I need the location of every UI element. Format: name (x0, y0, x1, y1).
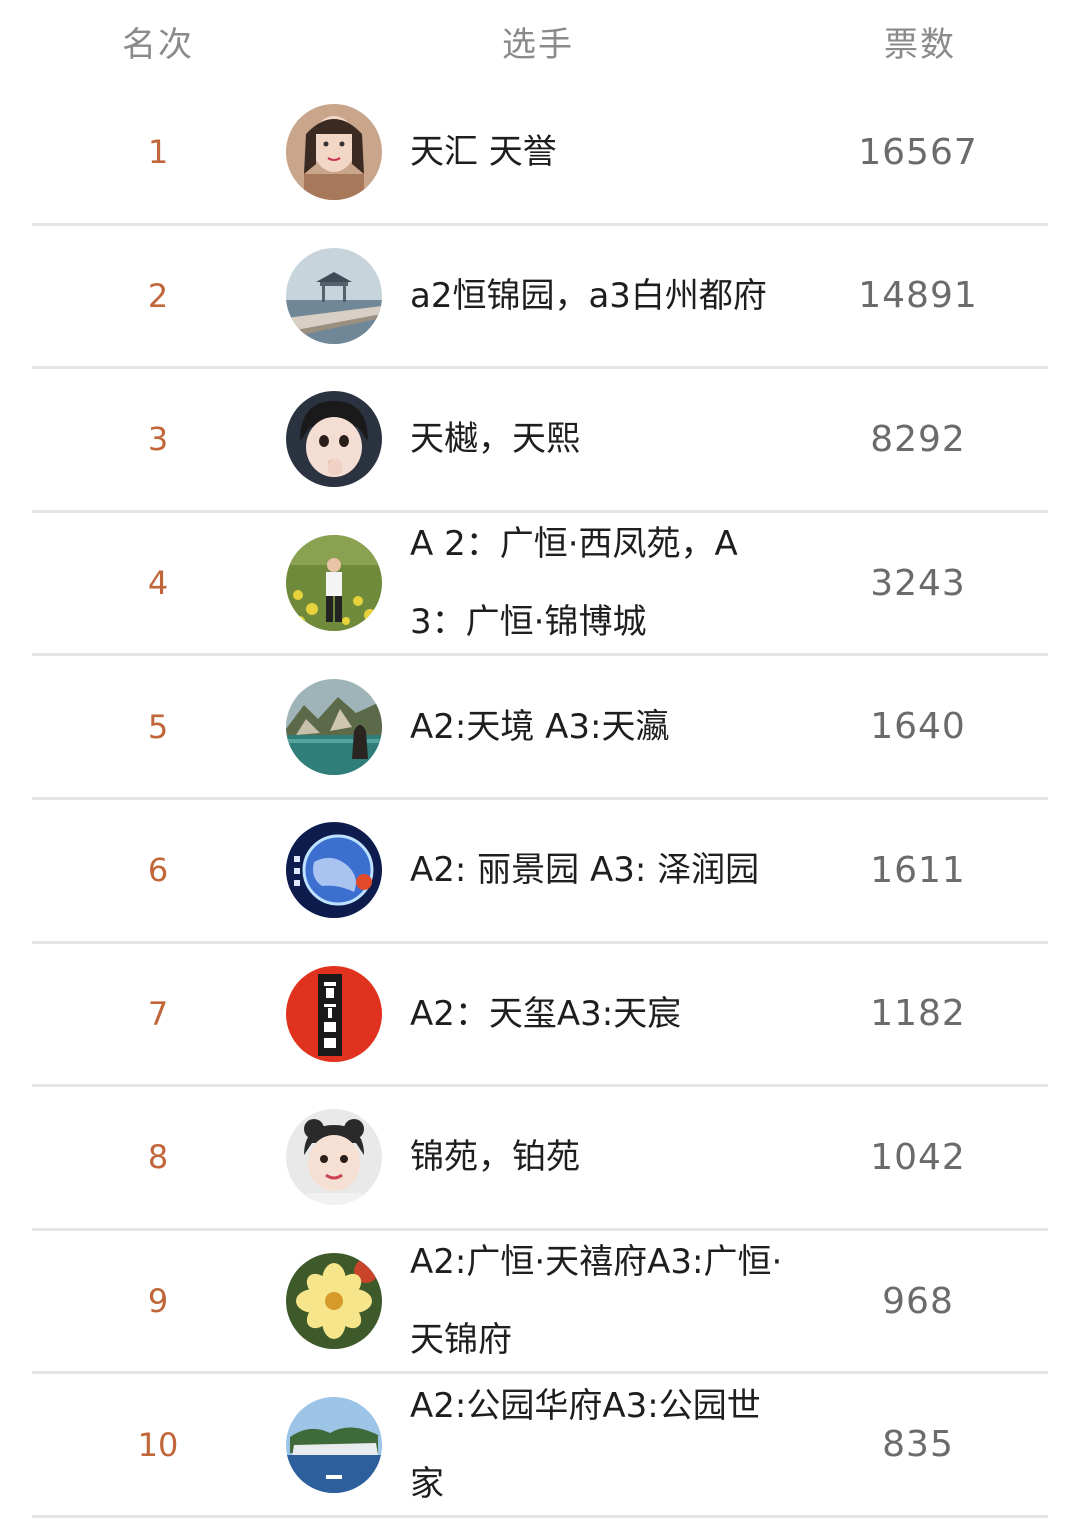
player-name: A2:公园华府A3:公园世家 (410, 1385, 761, 1504)
table-row[interactable]: 1 天汇 天誉 16567 (32, 82, 1048, 226)
table-row[interactable]: 9 A2:广恒·天禧府A3:广恒·天锦府 968 (32, 1231, 1048, 1375)
player-name: A2:天境 A3:天瀛 (410, 706, 670, 747)
player-name: A2: 丽景园 A3: 泽润园 (410, 850, 760, 891)
man-in-field-icon (286, 535, 382, 632)
rank-column-header: 名次 (122, 24, 194, 65)
player-name: 锦苑，铂苑 (410, 1137, 580, 1178)
player-column-header: 选手 (502, 24, 574, 65)
mountain-lake-icon (286, 678, 382, 775)
rank-number: 10 (137, 1425, 179, 1464)
rank-number: 1 (147, 133, 169, 172)
planet-icon (286, 822, 382, 919)
vote-count: 8292 (870, 418, 966, 460)
table-row[interactable]: 7 A2：天玺A3:天宸 1182 (32, 944, 1048, 1088)
leaderboard-page: 名次 选手 票数 1 天汇 天誉 16567 2 a2恒锦园，a3白州都府 14… (0, 0, 1080, 1520)
table-row[interactable]: 2 a2恒锦园，a3白州都府 14891 (32, 226, 1048, 370)
vote-count: 1640 (870, 706, 966, 748)
table-row[interactable]: 4 A 2：广恒·西凤苑，A 3：广恒·锦博城 3243 (32, 513, 1048, 657)
rank-number: 9 (147, 1282, 169, 1321)
island-sea-icon (286, 1396, 382, 1493)
rank-number: 3 (147, 420, 169, 459)
rank-number: 4 (147, 564, 169, 603)
table-row[interactable]: 5 A2:天境 A3:天瀛 1640 (32, 656, 1048, 800)
rank-number: 6 (147, 851, 169, 890)
table-row[interactable]: 10 A2:公园华府A3:公园世家 835 (32, 1374, 1048, 1518)
vote-count: 968 (882, 1280, 954, 1322)
vote-count: 1182 (870, 993, 966, 1035)
votes-column-header: 票数 (884, 24, 956, 65)
rank-number: 8 (147, 1138, 169, 1177)
vote-count: 835 (882, 1424, 954, 1466)
rank-number: 2 (147, 276, 169, 315)
yellow-flower-icon (286, 1253, 382, 1350)
vote-count: 16567 (858, 131, 978, 173)
table-row[interactable]: 8 锦苑，铂苑 1042 (32, 1087, 1048, 1231)
player-name: 天樾，天熙 (410, 419, 580, 460)
vote-count: 1611 (870, 849, 966, 891)
girl-portrait-icon (286, 1109, 382, 1206)
lake-pier-icon (286, 247, 382, 344)
vote-count: 1042 (870, 1136, 966, 1178)
ranking-list: 1 天汇 天誉 16567 2 a2恒锦园，a3白州都府 14891 3 天樾，… (32, 82, 1048, 1518)
red-seal-icon (286, 965, 382, 1062)
player-name: A2:广恒·天禧府A3:广恒·天锦府 (410, 1242, 783, 1361)
table-row[interactable]: 6 A2: 丽景园 A3: 泽润园 1611 (32, 800, 1048, 944)
player-name: A2：天玺A3:天宸 (410, 993, 682, 1034)
rank-number: 5 (147, 707, 169, 746)
player-name: a2恒锦园，a3白州都府 (410, 275, 767, 316)
table-row[interactable]: 3 天樾，天熙 8292 (32, 369, 1048, 513)
portrait-woman-icon (286, 104, 382, 201)
player-name: A 2：广恒·西凤苑，A 3：广恒·锦博城 (410, 524, 738, 643)
player-name: 天汇 天誉 (410, 132, 557, 173)
vote-count: 3243 (870, 562, 966, 604)
rank-number: 7 (147, 994, 169, 1033)
table-header: 名次 选手 票数 (32, 0, 1048, 82)
child-portrait-icon (286, 391, 382, 488)
vote-count: 14891 (858, 275, 978, 317)
